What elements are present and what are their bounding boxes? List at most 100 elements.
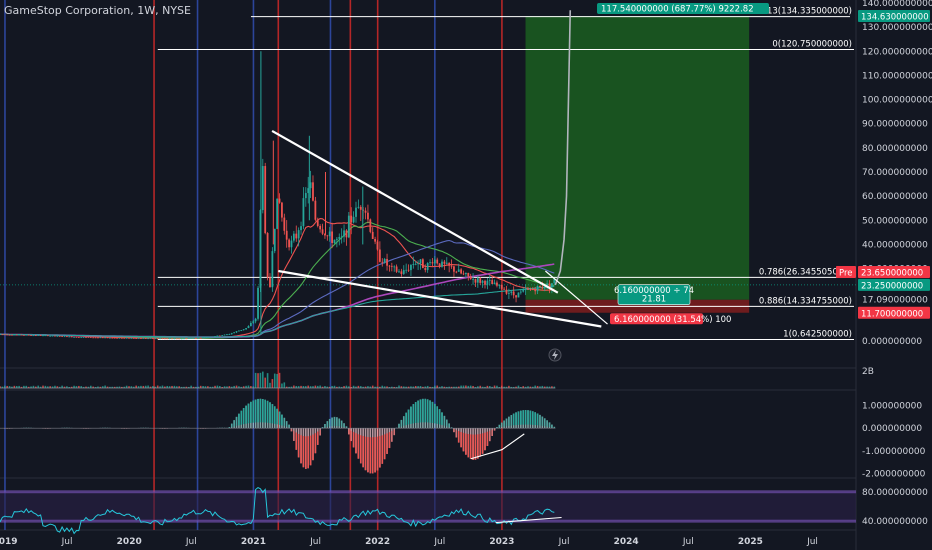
candle-body bbox=[338, 236, 341, 239]
candle-body bbox=[412, 263, 415, 265]
candle-body bbox=[58, 335, 61, 337]
candle-body bbox=[505, 289, 508, 294]
candle-body bbox=[116, 337, 118, 339]
candle-body bbox=[335, 238, 338, 240]
oscillator-bar-core bbox=[417, 400, 419, 423]
candle-body bbox=[266, 233, 269, 278]
candle-body bbox=[378, 249, 381, 262]
time-axis-tick: Jul bbox=[185, 537, 197, 547]
candle-body bbox=[118, 337, 121, 339]
oscillator-bar-core bbox=[321, 427, 324, 429]
candle-body bbox=[333, 239, 336, 244]
oscillator-bar-core bbox=[431, 401, 434, 423]
oscillator-bar-core bbox=[510, 415, 513, 426]
candle-body bbox=[68, 336, 71, 338]
candle-body bbox=[161, 338, 164, 340]
candle-body bbox=[223, 334, 226, 336]
price-tag-text: 134.630000000 bbox=[861, 12, 929, 22]
candle-body bbox=[82, 337, 85, 338]
candle-body bbox=[302, 198, 305, 227]
candle-body bbox=[49, 335, 52, 337]
time-axis-tick: 2025 bbox=[738, 537, 763, 547]
candle-body bbox=[474, 279, 477, 283]
candle-body bbox=[402, 270, 405, 274]
oscillator-bar-core bbox=[481, 433, 484, 454]
lightning-icon bbox=[548, 348, 562, 362]
oscillator-bar-core bbox=[505, 418, 508, 427]
oscillator-bar-core bbox=[300, 435, 302, 464]
volume-bar bbox=[257, 373, 259, 388]
oscillator-bar-core bbox=[233, 420, 235, 427]
candle-body bbox=[56, 335, 59, 337]
candle-body bbox=[111, 337, 114, 339]
price-axis-tick: 17.090000000 bbox=[862, 296, 928, 306]
candle-body bbox=[288, 239, 290, 248]
oscillator-bar-core bbox=[381, 435, 384, 464]
candle-body bbox=[221, 335, 224, 336]
candle-body bbox=[407, 269, 410, 271]
oscillator-bar-core bbox=[383, 434, 386, 460]
price-axis-tick: 140.000000000 bbox=[862, 0, 932, 9]
oscillator-bar-core bbox=[312, 434, 314, 461]
candle-body bbox=[464, 272, 467, 275]
candle-body bbox=[551, 283, 553, 288]
oscillator-bar-core bbox=[536, 413, 539, 426]
oscillator-bar-core bbox=[271, 404, 274, 424]
candle-body bbox=[285, 230, 288, 240]
oscillator-bar-core bbox=[515, 412, 517, 426]
candle-body bbox=[30, 335, 32, 336]
candle-body bbox=[364, 210, 367, 213]
oscillator-bar-core bbox=[333, 416, 336, 426]
price-axis[interactable]: 140.000000000 130.000000000 120.000000000 1… bbox=[862, 0, 932, 527]
oscillator-bar-core bbox=[331, 417, 333, 427]
oscillator-bar-core bbox=[541, 416, 544, 426]
candle-body bbox=[51, 335, 54, 337]
oscillator-bar-core bbox=[336, 417, 338, 427]
oscillator-bar-core bbox=[477, 434, 479, 459]
candle-body bbox=[101, 337, 104, 339]
price-axis-tick: 60.000000000 bbox=[862, 192, 928, 202]
candle-body bbox=[357, 206, 360, 208]
price-tag: 23.650000000 Pre bbox=[836, 265, 930, 278]
candle-body bbox=[429, 262, 431, 264]
candle-body bbox=[13, 334, 16, 336]
fib-label: 0.886(14.334755000) bbox=[759, 296, 852, 306]
candle-body bbox=[321, 229, 324, 234]
candle-body bbox=[132, 338, 135, 339]
oscillator-bar-core bbox=[359, 435, 362, 464]
oscillator-bar-core bbox=[364, 436, 367, 471]
oscillator-bar-core bbox=[436, 406, 439, 424]
candle-body bbox=[410, 264, 412, 271]
candle-body bbox=[173, 338, 176, 340]
candle-body bbox=[498, 284, 501, 286]
oscillator-bar-core bbox=[269, 402, 271, 424]
candle-body bbox=[369, 219, 372, 232]
candle-body bbox=[374, 238, 377, 242]
oscillator-bar-core bbox=[367, 437, 369, 473]
candle-body bbox=[25, 334, 28, 336]
candle-body bbox=[46, 335, 49, 337]
candle-body bbox=[421, 259, 424, 269]
candle-body bbox=[507, 292, 510, 294]
candle-body bbox=[199, 337, 202, 339]
candle-body bbox=[376, 241, 379, 250]
candle-body bbox=[87, 337, 90, 338]
oscillator-bar-core bbox=[371, 437, 374, 474]
oscillator-bar-core bbox=[508, 416, 510, 426]
candle-body bbox=[515, 295, 517, 298]
candle-body bbox=[137, 338, 140, 339]
candle-body bbox=[383, 258, 386, 263]
candle-body bbox=[314, 200, 317, 220]
candle-body bbox=[123, 337, 126, 339]
oscillator-bar-core bbox=[355, 433, 357, 454]
rsi-axis-tick: 80.000000000 bbox=[862, 488, 928, 498]
oscillator-bar-core bbox=[235, 416, 238, 426]
candle-body bbox=[249, 322, 252, 327]
candle-body bbox=[543, 287, 546, 289]
chart-canvas[interactable]: 140.000000000 130.000000000 120.000000000 1… bbox=[0, 0, 932, 550]
candle-body bbox=[417, 263, 420, 265]
oscillator-bar-core bbox=[307, 436, 310, 469]
candle-body bbox=[104, 337, 107, 339]
candle-body bbox=[147, 338, 150, 340]
candle-body bbox=[3, 334, 6, 336]
